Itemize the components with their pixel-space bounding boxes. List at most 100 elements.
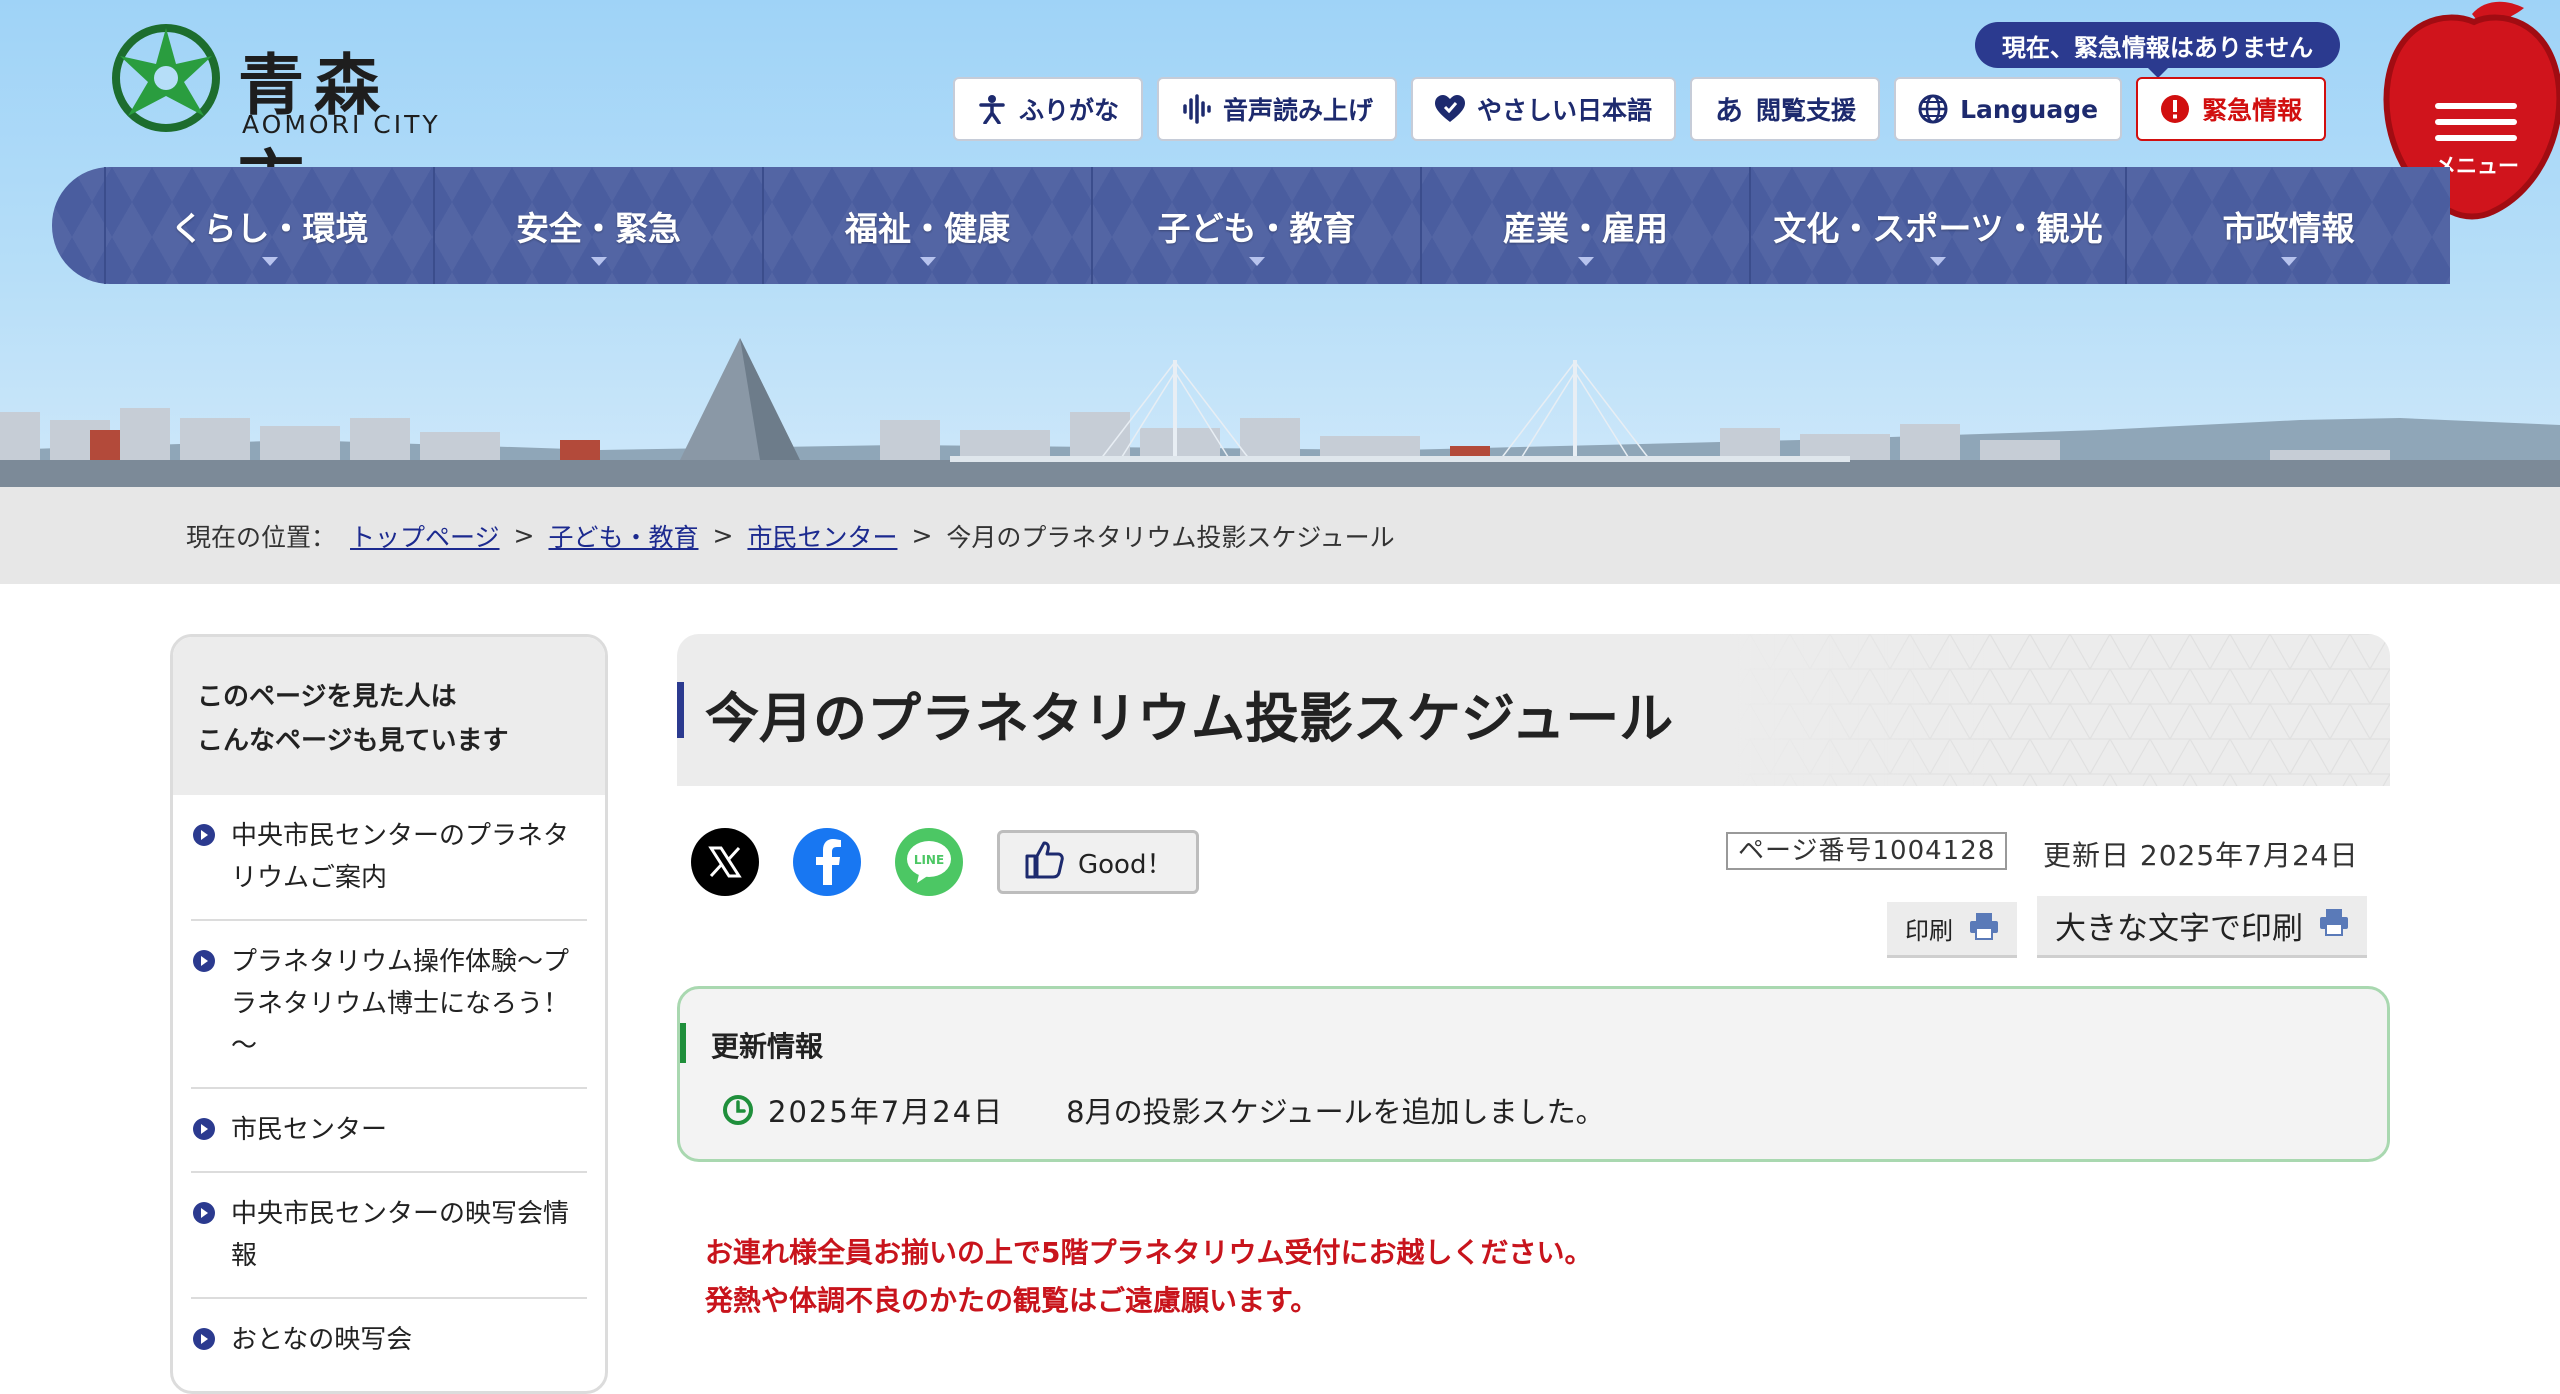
main-content: 今月のプラネタリウム投影スケジュール LINE Good！ ページ番号10041… [677, 634, 2390, 1317]
gnav-living-environment[interactable]: くらし・環境 [104, 167, 433, 284]
gnav-label: 子ども・教育 [1157, 208, 1356, 248]
print-button[interactable]: 印刷 [1887, 902, 2017, 958]
large-print-button[interactable]: 大きな文字で印刷 [2037, 896, 2367, 958]
share-bar: LINE Good！ [691, 828, 1200, 896]
language-button[interactable]: Language [1894, 77, 2123, 141]
heart-icon [1435, 94, 1466, 124]
hiragana-a-icon: あ [1715, 94, 1744, 127]
facebook-share-icon[interactable] [793, 828, 861, 896]
sidebar-heading: このページを見た人は こんなページも見ています [173, 637, 605, 795]
triangle-pattern-decoration [1730, 634, 2390, 786]
arrow-circle-icon [193, 1118, 215, 1140]
gnav-culture-sports-tourism[interactable]: 文化・スポーツ・観光 [1749, 167, 2125, 284]
gnav-label: 文化・スポーツ・観光 [1773, 208, 2103, 248]
gnav-label: 福祉・健康 [845, 208, 1010, 248]
update-info-heading: 更新情報 [711, 1030, 824, 1063]
update-info-text: 8月の投影スケジュールを追加しました。 [1066, 1095, 1605, 1129]
caret-down-icon [1930, 257, 1946, 266]
visitor-notice: お連れ様全員お揃いの上で5階プラネタリウム受付にお越しください。 発熱や体調不良… [705, 1229, 1593, 1325]
breadcrumb: 現在の位置： トップページ > 子ども・教育 > 市民センター > 今月のプラネ… [0, 487, 2560, 584]
sidebar-item-civic-center[interactable]: 市民センター [191, 1089, 587, 1173]
sidebar-heading-line2: こんなページも見ています [197, 726, 509, 756]
update-info-box: 更新情報 2025年7月24日 8月の投影スケジュールを追加しました。 [677, 986, 2390, 1162]
read-aloud-label: 音声読み上げ [1223, 96, 1374, 125]
gnav-label: 産業・雇用 [1503, 208, 1668, 248]
svg-text:LINE: LINE [914, 853, 944, 867]
breadcrumb-separator: > [911, 521, 933, 550]
breadcrumb-separator: > [712, 521, 734, 550]
sidebar-item-adult-screening[interactable]: おとなの映写会 [191, 1299, 587, 1381]
breadcrumb-link-children-education[interactable]: 子ども・教育 [548, 518, 698, 554]
sidebar-item-label: プラネタリウム操作体験～プラネタリウム博士になろう！～ [231, 947, 570, 1061]
gnav-label: くらし・環境 [170, 208, 369, 248]
gnav-industry-employment[interactable]: 産業・雇用 [1420, 167, 1749, 284]
gnav-label: 市政情報 [2222, 208, 2355, 248]
breadcrumb-separator: > [513, 521, 535, 550]
thumbs-up-icon [1024, 839, 1064, 886]
large-print-label: 大きな文字で印刷 [2055, 911, 2303, 947]
title-accent-bar [677, 682, 684, 738]
globe-icon [1918, 94, 1948, 124]
printer-icon [2319, 908, 2349, 944]
caret-down-icon [1248, 257, 1265, 266]
caret-down-icon [1577, 257, 1594, 266]
furigana-button[interactable]: ふりがな [953, 77, 1144, 141]
language-label: Language [1960, 94, 2099, 124]
gnav-label: 安全・緊急 [516, 208, 681, 248]
city-skyline-illustration [0, 338, 2560, 490]
exclamation-icon [2160, 94, 2190, 124]
person-icon [977, 94, 1007, 124]
sidebar-item-label: 中央市民センターの映写会情報 [231, 1199, 570, 1271]
sidebar-item-planetarium-guide[interactable]: 中央市民センターのプラネタリウムご案内 [191, 795, 587, 921]
gnav-safety-emergency[interactable]: 安全・緊急 [433, 167, 762, 284]
notice-line: お連れ様全員お揃いの上で5階プラネタリウム受付にお越しください。 [705, 1236, 1593, 1269]
page-title-box: 今月のプラネタリウム投影スケジュール [677, 634, 2390, 786]
x-share-icon[interactable] [691, 828, 759, 896]
sidebar-item-planetarium-experience[interactable]: プラネタリウム操作体験～プラネタリウム博士になろう！～ [191, 921, 587, 1089]
arrow-circle-icon [193, 824, 215, 846]
furigana-label: ふりがな [1019, 96, 1120, 125]
global-nav: くらし・環境 安全・緊急 福祉・健康 子ども・教育 産業・雇用 文化・スポーツ・… [52, 167, 2450, 284]
audio-wave-icon [1181, 94, 1211, 124]
sidebar-item-label: おとなの映写会 [231, 1325, 413, 1355]
printer-icon [1969, 912, 1999, 946]
emergency-info-label: 緊急情報 [2202, 96, 2303, 125]
arrow-circle-icon [193, 1202, 215, 1224]
good-label: Good！ [1078, 849, 1173, 880]
page-number: ページ番号1004128 [1726, 832, 2008, 870]
sidebar-item-label: 市民センター [231, 1115, 388, 1145]
aomori-emblem-icon [112, 24, 220, 132]
arrow-circle-icon [193, 1328, 215, 1350]
read-aloud-button[interactable]: 音声読み上げ [1157, 77, 1398, 141]
breadcrumb-link-civic-center[interactable]: 市民センター [747, 518, 897, 554]
gnav-city-government[interactable]: 市政情報 [2125, 167, 2450, 284]
gnav-children-education[interactable]: 子ども・教育 [1091, 167, 1420, 284]
print-label: 印刷 [1905, 917, 1953, 945]
logo-text-en: AOMORI CITY [242, 110, 441, 139]
caret-down-icon [919, 257, 936, 266]
browsing-support-button[interactable]: あ 閲覧支援 [1690, 77, 1881, 141]
site-header: 青森市 AOMORI CITY 現在、緊急情報はありません ふりがな 音声読み上… [0, 0, 2560, 490]
easy-japanese-button[interactable]: やさしい日本語 [1411, 77, 1677, 141]
updated-date: 更新日 2025年7月24日 [2043, 839, 2359, 872]
breadcrumb-link-top[interactable]: トップページ [350, 518, 500, 554]
breadcrumb-current: 今月のプラネタリウム投影スケジュール [946, 522, 1395, 552]
arrow-circle-icon [193, 950, 215, 972]
caret-down-icon [261, 257, 278, 266]
update-info-row: 2025年7月24日 8月の投影スケジュールを追加しました。 [722, 1089, 1605, 1131]
page-title: 今月のプラネタリウム投影スケジュール [705, 687, 1674, 750]
sidebar-item-film-screening[interactable]: 中央市民センターの映写会情報 [191, 1173, 587, 1299]
sidebar-item-label: 中央市民センターのプラネタリウムご案内 [231, 821, 570, 893]
sidebar-list: 中央市民センターのプラネタリウムご案内 プラネタリウム操作体験～プラネタリウム博… [173, 795, 605, 1381]
clock-icon [723, 1095, 753, 1125]
breadcrumb-prefix: 現在の位置： [186, 522, 337, 552]
sidebar-heading-line1: このページを見た人は [197, 682, 457, 712]
gnav-welfare-health[interactable]: 福祉・健康 [762, 167, 1091, 284]
good-button[interactable]: Good！ [997, 830, 1200, 894]
emergency-info-button[interactable]: 緊急情報 [2136, 77, 2327, 141]
utility-toolbar: ふりがな 音声読み上げ やさしい日本語 あ 閲覧支援 Language 緊急情報 [953, 77, 2327, 141]
site-logo[interactable]: 青森市 AOMORI CITY [108, 20, 448, 220]
caret-down-icon [2280, 257, 2297, 266]
line-share-icon[interactable]: LINE [895, 828, 963, 896]
update-accent-bar [680, 1023, 686, 1063]
